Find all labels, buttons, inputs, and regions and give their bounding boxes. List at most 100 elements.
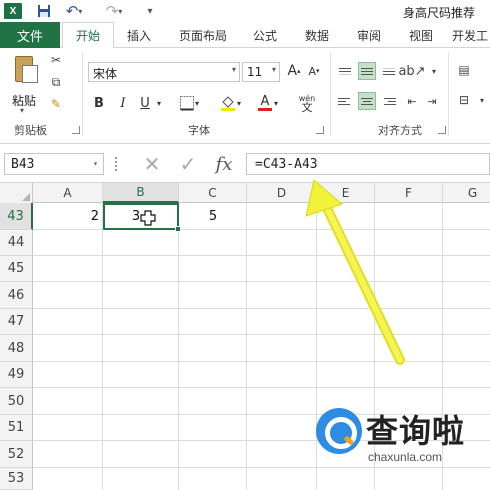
row-header-46[interactable]: 46: [0, 282, 33, 309]
tab-review[interactable]: 审阅: [348, 22, 390, 48]
tab-developer[interactable]: 开发工: [452, 22, 490, 48]
clipboard-launcher-icon[interactable]: [72, 126, 80, 134]
formula-input[interactable]: =C43-A43: [246, 153, 490, 175]
column-header-c[interactable]: C: [179, 183, 247, 203]
tab-formulas[interactable]: 公式: [244, 22, 286, 48]
watermark-logo-icon: [316, 408, 362, 454]
redo-icon[interactable]: ↷ ▾: [106, 2, 123, 20]
row-header-45[interactable]: 45: [0, 256, 33, 282]
merge-center-icon[interactable]: ⊟: [456, 92, 472, 108]
chevron-down-icon: ▾: [271, 65, 276, 74]
borders-button[interactable]: ▾: [176, 94, 202, 112]
wrap-text-icon[interactable]: ▤: [456, 62, 472, 78]
row-header-51[interactable]: 51: [0, 415, 33, 441]
gridline: [102, 203, 103, 490]
tab-data[interactable]: 数据: [296, 22, 338, 48]
chevron-down-icon[interactable]: ▾: [154, 94, 164, 112]
top-align-icon[interactable]: [336, 62, 354, 80]
increase-indent-icon[interactable]: ⇥: [424, 93, 440, 109]
ribbon-home: 粘贴 ▾ ✂ ⧉ ✎ 剪贴板 宋体 ▾ 11 ▾ A ▴ A ▾ B I U ▾ ▾…: [0, 48, 490, 144]
shrink-font-button[interactable]: A ▾: [306, 62, 322, 80]
alignment-group-label: 对齐方式: [378, 124, 422, 137]
group-divider: [82, 52, 83, 136]
column-header-b[interactable]: B: [103, 183, 179, 203]
align-center-icon[interactable]: [358, 92, 376, 110]
group-divider: [448, 52, 449, 136]
column-header-d[interactable]: D: [247, 183, 317, 203]
watermark-brand: 查询啦: [366, 412, 466, 450]
chevron-down-icon: ▾: [20, 106, 25, 115]
font-group-label: 字体: [188, 124, 210, 137]
chevron-down-icon: ▾: [231, 65, 236, 74]
underline-button[interactable]: U: [138, 94, 152, 112]
ribbon-tabs: 文件 开始 插入 页面布局 公式 数据 审阅 视图 开发工: [0, 22, 490, 49]
cancel-icon[interactable]: ✕: [138, 152, 166, 176]
gridline: [246, 203, 247, 490]
chevron-down-icon[interactable]: ▾: [474, 92, 490, 108]
font-name-select[interactable]: 宋体 ▾: [88, 62, 240, 82]
row-header-48[interactable]: 48: [0, 335, 33, 362]
watermark-url: chaxunla.com: [368, 450, 443, 464]
cut-icon[interactable]: ✂: [48, 52, 64, 68]
copy-icon[interactable]: ⧉: [48, 74, 64, 90]
orientation-icon[interactable]: ab↗: [398, 63, 425, 79]
grow-font-button[interactable]: A ▴: [286, 62, 302, 80]
cell-a43[interactable]: 2: [33, 203, 103, 230]
chevron-down-icon[interactable]: ▾: [426, 63, 442, 79]
row-header-52[interactable]: 52: [0, 441, 33, 468]
row-header-50[interactable]: 50: [0, 388, 33, 415]
align-right-icon[interactable]: [380, 92, 398, 110]
paste-button[interactable]: 粘贴 ▾: [6, 52, 44, 118]
italic-button[interactable]: I: [116, 94, 130, 112]
font-size-select[interactable]: 11 ▾: [242, 62, 280, 82]
phonetic-button[interactable]: wén 文: [294, 94, 320, 113]
tab-view[interactable]: 视图: [400, 22, 442, 48]
font-launcher-icon[interactable]: [316, 126, 324, 134]
formula-bar: B43 ▾ ✕ ✓ fx =C43-A43: [0, 145, 490, 183]
cursor-cross-icon: [140, 210, 156, 226]
decrease-indent-icon[interactable]: ⇤: [404, 93, 420, 109]
fill-bucket-icon: [220, 96, 235, 111]
formula-bar-grip[interactable]: [115, 157, 119, 171]
row-header-44[interactable]: 44: [0, 230, 33, 256]
column-header-f[interactable]: F: [375, 183, 443, 203]
title-bar: X ↶ ▾ ↷ ▾ ▾ 身高尺码推荐: [0, 0, 490, 22]
column-header-e[interactable]: E: [317, 183, 375, 203]
undo-icon[interactable]: ↶ ▾: [66, 2, 83, 20]
tab-home[interactable]: 开始: [62, 22, 114, 49]
name-box[interactable]: B43 ▾: [4, 153, 104, 175]
gridline: [316, 203, 317, 490]
group-divider: [330, 52, 331, 136]
row-header-53[interactable]: 53: [0, 468, 33, 490]
gridline: [178, 203, 179, 490]
borders-icon: [179, 96, 194, 111]
fill-handle[interactable]: [175, 226, 181, 232]
fill-color-button[interactable]: ▾: [216, 94, 244, 112]
insert-function-icon[interactable]: fx: [210, 153, 238, 175]
row-header-43[interactable]: 43: [0, 203, 33, 230]
column-header-g[interactable]: G: [443, 183, 490, 203]
select-all-button[interactable]: [0, 183, 33, 203]
middle-align-icon[interactable]: [358, 62, 376, 80]
customize-qat-icon[interactable]: ▾: [145, 3, 155, 19]
tab-page-layout[interactable]: 页面布局: [170, 22, 236, 48]
column-header-a[interactable]: A: [33, 183, 103, 203]
bold-button[interactable]: B: [92, 94, 106, 112]
chevron-down-icon[interactable]: ▾: [272, 94, 280, 112]
tab-file[interactable]: 文件: [0, 22, 60, 48]
row-header-49[interactable]: 49: [0, 362, 33, 388]
chevron-down-icon: ▾: [93, 159, 98, 168]
row-header-47[interactable]: 47: [0, 309, 33, 335]
alignment-launcher-icon[interactable]: [438, 126, 446, 134]
bottom-align-icon[interactable]: [380, 62, 398, 80]
cell-c43[interactable]: 5: [179, 203, 247, 230]
excel-logo: X: [4, 3, 22, 19]
format-painter-icon[interactable]: ✎: [48, 96, 64, 112]
document-title: 身高尺码推荐: [403, 6, 476, 20]
align-left-icon[interactable]: [336, 92, 354, 110]
paste-icon: [15, 56, 38, 83]
tab-insert[interactable]: 插入: [118, 22, 160, 48]
enter-icon[interactable]: ✓: [174, 152, 202, 176]
save-icon[interactable]: [37, 3, 51, 19]
clipboard-group-label: 剪贴板: [14, 124, 47, 137]
